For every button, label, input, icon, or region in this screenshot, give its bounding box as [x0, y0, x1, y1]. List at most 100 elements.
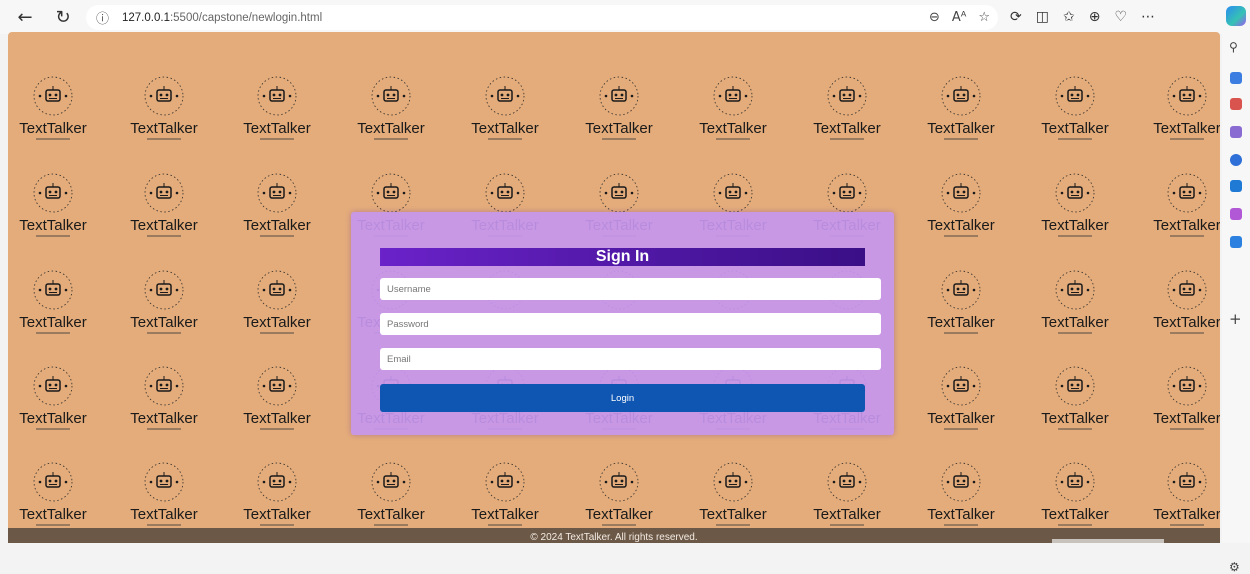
- brand-logo-tile: TextTalker: [346, 456, 436, 526]
- brand-name: TextTalker: [471, 506, 539, 523]
- robot-logo-icon: [33, 173, 73, 213]
- password-input[interactable]: [380, 313, 881, 335]
- sign-in-title: Sign In: [595, 248, 650, 265]
- send-icon[interactable]: [1230, 236, 1242, 248]
- heartbeat-icon[interactable]: ♡: [1114, 9, 1127, 25]
- brand-tagline: [1170, 524, 1204, 526]
- robot-logo-icon: [144, 270, 184, 310]
- brand-tagline: [260, 138, 294, 140]
- brand-name: TextTalker: [1153, 314, 1220, 331]
- brand-name: TextTalker: [1153, 120, 1220, 137]
- robot-logo-icon: [827, 173, 867, 213]
- brand-tagline: [1170, 138, 1204, 140]
- brand-name: TextTalker: [927, 217, 995, 234]
- robot-logo-icon: [1055, 270, 1095, 310]
- favorite-star-icon[interactable]: ☆: [978, 10, 990, 25]
- brand-name: TextTalker: [1153, 410, 1220, 427]
- robot-logo-icon: [144, 76, 184, 116]
- brand-logo-tile: TextTalker: [916, 360, 1006, 430]
- add-icon[interactable]: +: [1229, 310, 1242, 328]
- brand-name: TextTalker: [1041, 120, 1109, 137]
- brand-tagline: [1170, 428, 1204, 430]
- collections-icon[interactable]: ⊕: [1089, 9, 1101, 25]
- brand-tagline: [944, 524, 978, 526]
- copilot-icon[interactable]: [1226, 6, 1246, 26]
- robot-logo-icon: [941, 366, 981, 406]
- brand-logo-tile: TextTalker: [460, 70, 550, 140]
- brand-name: TextTalker: [927, 120, 995, 137]
- brand-logo-tile: TextTalker: [1142, 167, 1220, 237]
- brand-tagline: [944, 428, 978, 430]
- brand-logo-tile: TextTalker: [802, 456, 892, 526]
- robot-logo-icon: [1055, 366, 1095, 406]
- page-footer: © 2024 TextTalker. All rights reserved.: [8, 528, 1220, 543]
- brand-name: TextTalker: [243, 217, 311, 234]
- brand-name: TextTalker: [357, 506, 425, 523]
- brand-logo-tile: TextTalker: [688, 70, 778, 140]
- brand-logo-tile: TextTalker: [916, 264, 1006, 334]
- read-aloud-icon[interactable]: Aᴬ: [952, 10, 967, 25]
- address-bar[interactable]: ⓘ 127.0.0.1:5500/capstone/newlogin.html …: [86, 5, 998, 30]
- robot-logo-icon: [827, 462, 867, 502]
- address-host: 127.0.0.1: [122, 11, 170, 24]
- people-icon[interactable]: [1230, 126, 1242, 138]
- brand-logo-tile: TextTalker: [119, 264, 209, 334]
- robot-logo-icon: [1167, 76, 1207, 116]
- brand-tagline: [36, 138, 70, 140]
- search-icon[interactable]: ⚲: [1229, 40, 1238, 54]
- address-tools: ⊖ Aᴬ ☆: [929, 5, 990, 30]
- info-icon[interactable]: ⓘ: [96, 8, 122, 27]
- split-screen-icon[interactable]: ◫: [1036, 9, 1049, 25]
- robot-logo-icon: [257, 76, 297, 116]
- login-button[interactable]: Login: [380, 384, 865, 412]
- footer-decoration: [1052, 539, 1164, 543]
- brand-tagline: [488, 524, 522, 526]
- back-button[interactable]: ←: [10, 2, 40, 32]
- robot-logo-icon: [144, 173, 184, 213]
- robot-logo-icon: [33, 76, 73, 116]
- outlook-icon[interactable]: [1230, 180, 1242, 192]
- extensions-icon[interactable]: ⟳: [1010, 9, 1022, 25]
- browser-toolbar: ← ↻ ⓘ 127.0.0.1:5500/capstone/newlogin.h…: [0, 0, 1250, 34]
- brand-name: TextTalker: [927, 314, 995, 331]
- robot-logo-icon: [485, 76, 525, 116]
- brand-tagline: [374, 138, 408, 140]
- reload-button[interactable]: ↻: [48, 2, 78, 32]
- brand-name: TextTalker: [927, 506, 995, 523]
- brand-tagline: [1170, 332, 1204, 334]
- brand-logo-tile: TextTalker: [119, 70, 209, 140]
- brand-name: TextTalker: [130, 410, 198, 427]
- robot-logo-icon: [144, 462, 184, 502]
- zoom-icon[interactable]: ⊖: [929, 10, 940, 25]
- brand-logo-tile: TextTalker: [119, 360, 209, 430]
- robot-logo-icon: [941, 270, 981, 310]
- brand-logo-tile: TextTalker: [8, 70, 98, 140]
- brand-name: TextTalker: [130, 506, 198, 523]
- more-icon[interactable]: ⋯: [1141, 9, 1155, 25]
- brand-logo-tile: TextTalker: [8, 264, 98, 334]
- tag-icon[interactable]: [1230, 72, 1242, 84]
- favorites-icon[interactable]: ✩: [1063, 9, 1075, 25]
- brand-name: TextTalker: [1041, 410, 1109, 427]
- designer-icon[interactable]: [1230, 208, 1242, 220]
- office-icon[interactable]: [1230, 154, 1242, 166]
- robot-logo-icon: [33, 366, 73, 406]
- robot-logo-icon: [713, 173, 753, 213]
- toolbox-icon[interactable]: [1230, 98, 1242, 110]
- brand-tagline: [602, 138, 636, 140]
- username-input[interactable]: [380, 278, 881, 300]
- settings-icon[interactable]: ⚙: [1229, 560, 1240, 574]
- browser-sidebar: ⚲ + ⚙: [1222, 34, 1250, 574]
- robot-logo-icon: [599, 76, 639, 116]
- brand-logo-tile: TextTalker: [119, 167, 209, 237]
- robot-logo-icon: [33, 462, 73, 502]
- email-input[interactable]: [380, 348, 881, 370]
- brand-logo-tile: TextTalker: [8, 360, 98, 430]
- brand-logo-tile: TextTalker: [1142, 456, 1220, 526]
- brand-name: TextTalker: [1153, 217, 1220, 234]
- brand-name: TextTalker: [130, 120, 198, 137]
- brand-logo-tile: TextTalker: [574, 456, 664, 526]
- brand-name: TextTalker: [130, 217, 198, 234]
- brand-name: TextTalker: [927, 410, 995, 427]
- brand-logo-tile: TextTalker: [1142, 360, 1220, 430]
